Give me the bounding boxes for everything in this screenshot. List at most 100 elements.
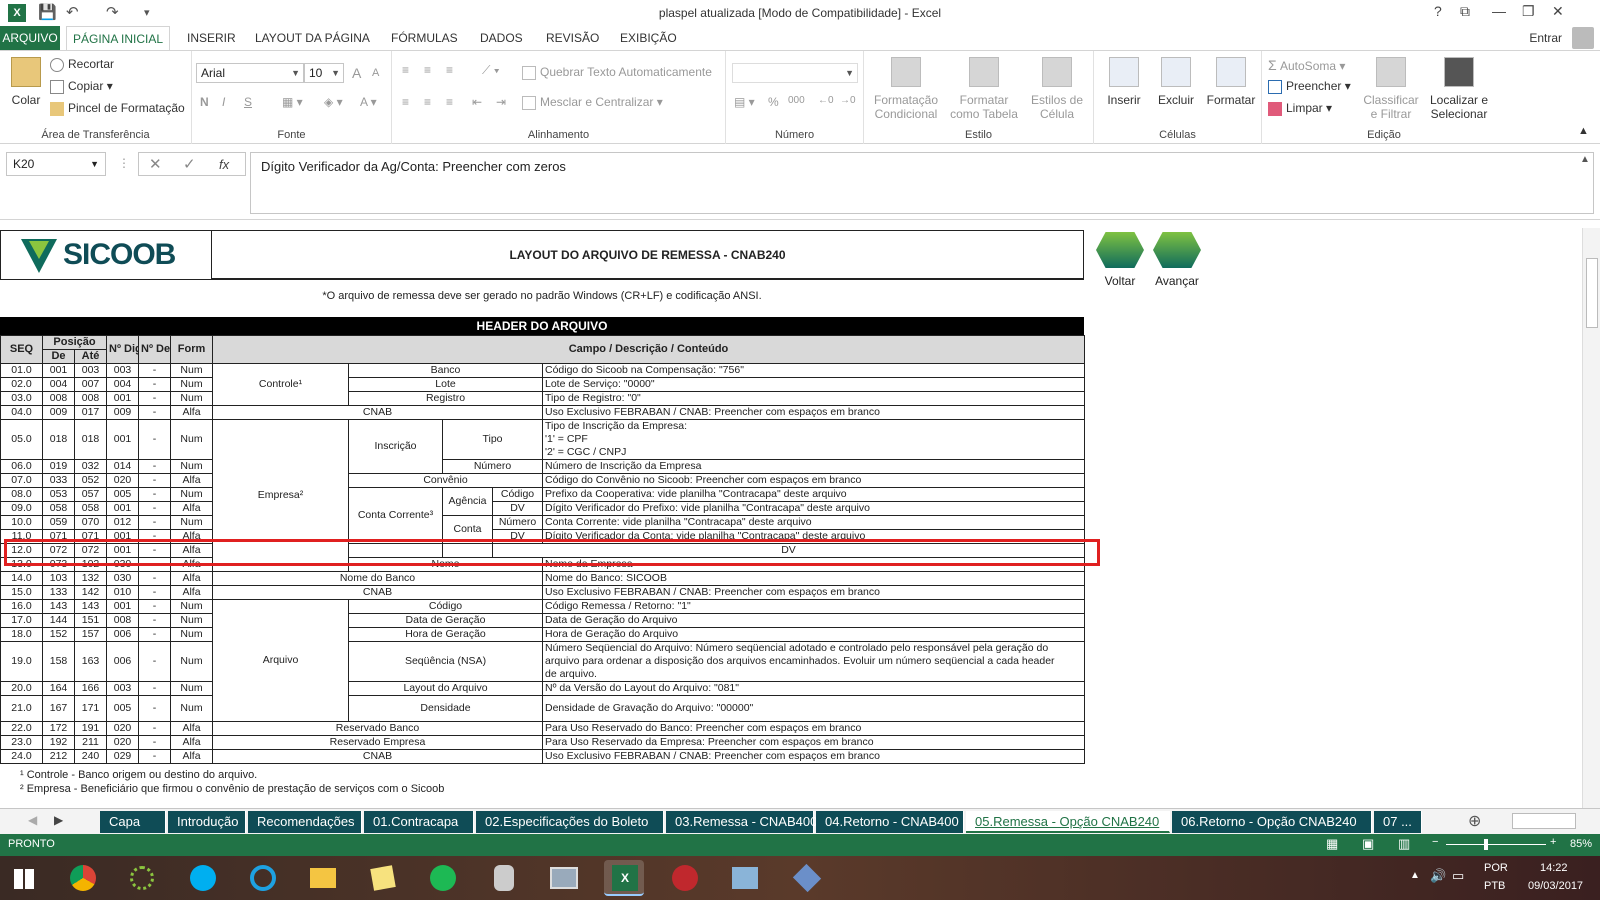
tab-inserir[interactable]: INSERIR xyxy=(181,26,242,50)
ndig-cell[interactable]: 030 xyxy=(106,571,139,586)
field-description[interactable]: Tipo de Inscrição da Empresa: '1' = CPF '2… xyxy=(542,419,1085,460)
sort-filter-button[interactable]: Classificar e Filtrar xyxy=(1360,57,1422,121)
ndig-cell[interactable]: 014 xyxy=(106,459,139,474)
font-size-combo[interactable]: 10 ▼ xyxy=(304,63,344,83)
sheet-tab[interactable]: 03.Remessa - CNAB400 xyxy=(666,811,817,833)
horizontal-scrollbar[interactable] xyxy=(1512,813,1576,829)
ate-cell[interactable]: 211 xyxy=(74,735,107,750)
field-description[interactable]: Número de Inscrição da Empresa xyxy=(542,459,1085,474)
ndig-cell[interactable]: 001 xyxy=(106,599,139,614)
ate-cell[interactable]: 132 xyxy=(74,571,107,586)
underline-button[interactable]: S xyxy=(244,95,252,109)
ndec-cell[interactable]: - xyxy=(138,405,171,420)
tab-exibicao[interactable]: EXIBIÇÃO xyxy=(614,26,683,50)
seq-cell[interactable]: 17.0 xyxy=(0,613,43,628)
name-box[interactable]: K20 ▼ xyxy=(6,152,106,176)
copy-button[interactable]: Copiar ▾ xyxy=(50,79,113,94)
bank-app-icon[interactable] xyxy=(664,860,704,896)
subfield-cell[interactable]: Código xyxy=(348,599,543,614)
form-cell[interactable]: Num xyxy=(170,363,213,378)
ate-cell[interactable]: 003 xyxy=(74,363,107,378)
field-description[interactable]: Nº da Versão do Layout do Arquivo: "081" xyxy=(542,681,1085,696)
field-description[interactable]: Data de Geração do Arquivo xyxy=(542,613,1085,628)
fill-color-icon[interactable]: ◈ ▾ xyxy=(324,95,343,109)
ndec-cell[interactable]: - xyxy=(138,487,171,502)
restore-icon[interactable]: ❐ xyxy=(1522,3,1535,20)
subfield-cell[interactable]: Convênio xyxy=(348,473,543,488)
form-cell[interactable]: Num xyxy=(170,419,213,460)
align-middle-icon[interactable]: ≡ xyxy=(424,63,431,77)
ndec-cell[interactable]: - xyxy=(138,459,171,474)
ate-cell[interactable]: 163 xyxy=(74,641,107,682)
form-cell[interactable]: Alfa xyxy=(170,529,213,544)
ate-cell[interactable]: 142 xyxy=(74,585,107,600)
tab-dados[interactable]: DADOS xyxy=(474,26,529,50)
ndig-cell[interactable]: 001 xyxy=(106,419,139,460)
seq-cell[interactable]: 05.0 xyxy=(0,419,43,460)
fill-button[interactable]: Preencher ▾ xyxy=(1268,79,1351,94)
de-cell[interactable]: 001 xyxy=(42,363,75,378)
tab-arquivo[interactable]: ARQUIVO xyxy=(0,26,60,50)
de-cell[interactable]: 073 xyxy=(42,557,75,572)
ndig-cell[interactable]: 029 xyxy=(106,749,139,764)
security-app-icon[interactable] xyxy=(484,860,524,896)
sheet-tab[interactable]: 06.Retorno - Opção CNAB240 xyxy=(1172,811,1372,833)
tab-pagina-inicial[interactable]: PÁGINA INICIAL xyxy=(66,26,171,50)
ndec-cell[interactable]: - xyxy=(138,749,171,764)
tab-layout-da-pagina[interactable]: LAYOUT DA PÁGINA xyxy=(249,26,376,50)
excel-taskbar-icon[interactable]: X xyxy=(604,860,644,896)
seq-cell[interactable]: 12.0 xyxy=(0,543,43,558)
seq-cell[interactable]: 18.0 xyxy=(0,627,43,642)
conditional-formatting-button[interactable]: Formatação Condicional xyxy=(870,57,942,121)
field-description[interactable]: Código do Sicoob na Compensação: "756" xyxy=(542,363,1085,378)
align-right-icon[interactable]: ≡ xyxy=(446,95,453,109)
ndec-cell[interactable]: - xyxy=(138,473,171,488)
sign-in-link[interactable]: Entrar xyxy=(1529,31,1562,45)
next-button[interactable] xyxy=(1153,232,1201,268)
clock-date[interactable]: 09/03/2017 xyxy=(1528,880,1583,892)
form-cell[interactable]: Num xyxy=(170,487,213,502)
ndig-cell[interactable]: 030 xyxy=(106,557,139,572)
align-bottom-icon[interactable]: ≡ xyxy=(446,63,453,77)
subfield-cell[interactable]: Nome xyxy=(348,557,543,572)
ndec-cell[interactable]: - xyxy=(138,543,171,558)
form-cell[interactable]: Num xyxy=(170,377,213,392)
form-cell[interactable]: Num xyxy=(170,627,213,642)
cell-styles-button[interactable]: Estilos de Célula xyxy=(1026,57,1088,121)
seq-cell[interactable]: 22.0 xyxy=(0,721,43,736)
subfield-cell[interactable]: Hora de Geração xyxy=(348,627,543,642)
seq-cell[interactable]: 16.0 xyxy=(0,599,43,614)
increase-indent-icon[interactable]: ⇥ xyxy=(496,95,506,109)
enter-icon[interactable]: ✓ xyxy=(183,155,196,173)
internet-explorer-icon[interactable] xyxy=(242,860,282,896)
file-explorer-icon[interactable] xyxy=(302,860,342,896)
group-conta-corrente[interactable]: Conta Corrente³ xyxy=(348,487,443,544)
ndig-cell[interactable]: 012 xyxy=(106,515,139,530)
seq-cell[interactable]: 23.0 xyxy=(0,735,43,750)
cancel-icon[interactable]: ✕ xyxy=(149,155,162,173)
subfield-cell[interactable]: CNAB xyxy=(212,585,543,600)
form-cell[interactable]: Alfa xyxy=(170,571,213,586)
subfield-cell[interactable]: DV xyxy=(492,501,543,516)
form-cell[interactable]: Alfa xyxy=(170,585,213,600)
avatar[interactable] xyxy=(1572,27,1594,49)
format-painter-button[interactable]: Pincel de Formatação xyxy=(50,101,185,116)
subfield-cell[interactable]: Registro xyxy=(348,391,543,406)
subfield-cell[interactable]: DV xyxy=(492,529,543,544)
ndig-cell[interactable]: 001 xyxy=(106,529,139,544)
input-language-1[interactable]: POR xyxy=(1484,862,1508,874)
de-cell[interactable]: 018 xyxy=(42,419,75,460)
subfield-cell[interactable]: Número xyxy=(442,459,543,474)
ndig-cell[interactable]: 020 xyxy=(106,721,139,736)
decrease-decimal-icon[interactable]: →0 xyxy=(840,95,856,106)
subfield-cell[interactable]: Lote xyxy=(348,377,543,392)
zoom-in-icon[interactable]: + xyxy=(1550,836,1556,848)
ndig-cell[interactable]: 010 xyxy=(106,585,139,600)
volume-icon[interactable]: 🔊 xyxy=(1430,868,1446,884)
ndec-cell[interactable]: - xyxy=(138,735,171,750)
subfield-cell[interactable]: Data de Geração xyxy=(348,613,543,628)
subfield-cell[interactable]: Reservado Banco xyxy=(212,721,543,736)
de-cell[interactable]: 009 xyxy=(42,405,75,420)
field-description[interactable]: Código do Convênio no Sicoob: Preencher … xyxy=(542,473,1085,488)
ate-cell[interactable]: 070 xyxy=(74,515,107,530)
